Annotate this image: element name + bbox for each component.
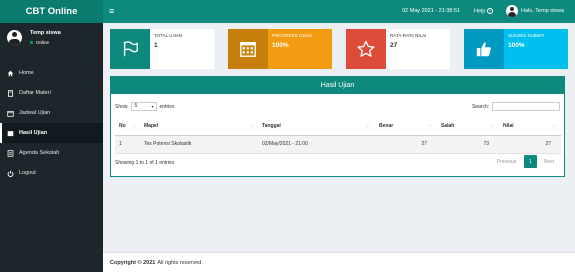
- sidebar-item-home[interactable]: Home: [0, 63, 103, 83]
- user-menu[interactable]: Halo, Temp siswa: [506, 5, 564, 17]
- pagination: Previous 1 Next: [489, 155, 561, 168]
- column-header-no[interactable]: No ↓: [115, 117, 140, 136]
- online-status: Online: [30, 40, 61, 45]
- stat-sukses-submit: SUKSES SUBMIT 100%: [464, 29, 568, 69]
- sidebar-item-label: Agenda Sekolah: [19, 150, 60, 156]
- online-dot-icon: [30, 41, 33, 44]
- entries-label: entries: [159, 103, 175, 110]
- top-header: CBT Online ≡ 02 May 2021 - 21:38:51 Help…: [0, 0, 575, 23]
- column-header-salah[interactable]: Salah ↓↑: [437, 117, 499, 136]
- book-icon: [7, 130, 14, 137]
- column-header-nilai[interactable]: Nilai ↓↑: [499, 117, 561, 136]
- stat-value: 1: [154, 42, 158, 49]
- next-button[interactable]: Next: [537, 155, 561, 168]
- help-label: Help: [474, 8, 486, 15]
- sort-icon: ↓↑: [428, 122, 433, 129]
- sidebar-item-label: Jadwal Ujian: [19, 110, 51, 116]
- cell-tanggal: 02/May/2021 - 21:00: [258, 135, 375, 154]
- rights-reserved: All rights reserved.: [157, 259, 203, 266]
- page-length-select[interactable]: 5 ▾: [130, 102, 157, 111]
- search-control: Search:: [472, 102, 561, 111]
- home-icon: [7, 70, 14, 77]
- cell-no: 1: [115, 135, 140, 154]
- calendar-icon: [7, 110, 14, 117]
- column-header-benar[interactable]: Benar ↓↑: [375, 117, 437, 136]
- cell-nilai: 27: [499, 135, 561, 154]
- sidebar-item-agenda-sekolah[interactable]: Agenda Sekolah: [0, 143, 103, 163]
- page-length-value: 5: [134, 103, 138, 109]
- sidebar-item-daftar-materi[interactable]: Daftar Materi: [0, 83, 103, 103]
- stat-progress-ujian: PROGRESS UJIAN 100%: [228, 29, 332, 69]
- search-input[interactable]: [492, 102, 561, 111]
- sidebar-item-label: Home: [19, 70, 34, 76]
- cell-salah: 73: [437, 135, 499, 154]
- book-icon: [7, 89, 14, 97]
- app-logo[interactable]: CBT Online: [0, 0, 103, 23]
- page-button-current[interactable]: 1: [524, 155, 537, 168]
- stat-value: 100%: [508, 42, 525, 49]
- help-link[interactable]: Help ?: [474, 8, 493, 14]
- chevron-down-icon: ▾: [151, 104, 154, 109]
- copyright: Copyright © 2021: [110, 259, 156, 266]
- profile-name: Temp siswa: [30, 30, 61, 36]
- calendar-grid-icon: [228, 29, 268, 69]
- column-header-tanggal[interactable]: Tanggal ↓↑: [258, 117, 375, 136]
- show-label: Show: [115, 103, 128, 110]
- thumbs-up-icon: [464, 29, 504, 69]
- page-length-control: Show 5 ▾ entries: [115, 102, 175, 111]
- table-info: Showing 1 to 1 of 1 entries: [115, 160, 175, 166]
- avatar: [7, 30, 22, 45]
- footer: Copyright © 2021 All rights reserved.: [103, 252, 575, 272]
- sort-icon: ↓↑: [552, 122, 557, 129]
- sidebar-profile: Temp siswa Online: [7, 30, 61, 45]
- sidebar-menu: Home Daftar Materi Jadwal Ujian Hasil Uj…: [0, 63, 103, 183]
- sidebar-item-logout[interactable]: Logout: [0, 163, 103, 183]
- list-icon: [7, 149, 14, 157]
- sidebar-item-label: Hasil Ujian: [19, 130, 48, 136]
- stat-rata-rata-nilai: RATA-RATA NILAI 27: [346, 29, 450, 69]
- stat-label: PROGRESS UJIAN: [272, 33, 312, 38]
- power-icon: [7, 170, 14, 177]
- question-icon: ?: [486, 8, 493, 14]
- sidebar-item-label: Logout: [19, 170, 36, 176]
- menu-toggle-icon[interactable]: ≡: [109, 6, 114, 16]
- cell-mapel: Tes Potensi Skolastik: [140, 135, 258, 154]
- stat-value: 27: [390, 42, 398, 49]
- search-label: Search:: [472, 103, 490, 110]
- column-header-mapel[interactable]: Mapel ↓↑: [140, 117, 258, 136]
- results-table: No ↓ Mapel ↓↑ Tanggal ↓↑ Benar ↓↑ Salah ↓↑ Ni…: [115, 117, 561, 154]
- stat-total-ujian: TOTAL UJIAN 1: [110, 29, 214, 69]
- card-title: Hasil Ujian: [111, 77, 564, 94]
- star-icon: [346, 29, 386, 69]
- user-greeting: Halo, Temp siswa: [521, 8, 564, 14]
- results-card: Hasil Ujian Show 5 ▾ entries Search: No ↓…: [110, 76, 565, 177]
- sidebar-item-hasil-ujian[interactable]: Hasil Ujian: [0, 123, 103, 143]
- sidebar-item-label: Daftar Materi: [19, 90, 51, 96]
- online-status-label: Online: [36, 40, 50, 45]
- stat-label: TOTAL UJIAN: [154, 33, 183, 38]
- sidebar: Temp siswa Online Home Daftar Materi Jad…: [0, 23, 103, 272]
- stat-label: RATA-RATA NILAI: [390, 33, 427, 38]
- sidebar-item-jadwal-ujian[interactable]: Jadwal Ujian: [0, 103, 103, 123]
- flag-icon: [110, 29, 150, 69]
- sort-icon: ↓↑: [249, 122, 254, 129]
- stat-label: SUKSES SUBMIT: [508, 33, 545, 38]
- avatar: [506, 5, 518, 17]
- previous-button[interactable]: Previous: [489, 155, 524, 168]
- table-row: 1 Tes Potensi Skolastik 02/May/2021 - 21…: [115, 135, 561, 154]
- sort-icon: ↓: [133, 122, 137, 129]
- cell-benar: 27: [375, 135, 437, 154]
- stat-value: 100%: [272, 42, 289, 49]
- current-datetime: 02 May 2021 - 21:38:51: [402, 8, 461, 14]
- sort-icon: ↓↑: [490, 122, 495, 129]
- sort-icon: ↓↑: [366, 122, 371, 129]
